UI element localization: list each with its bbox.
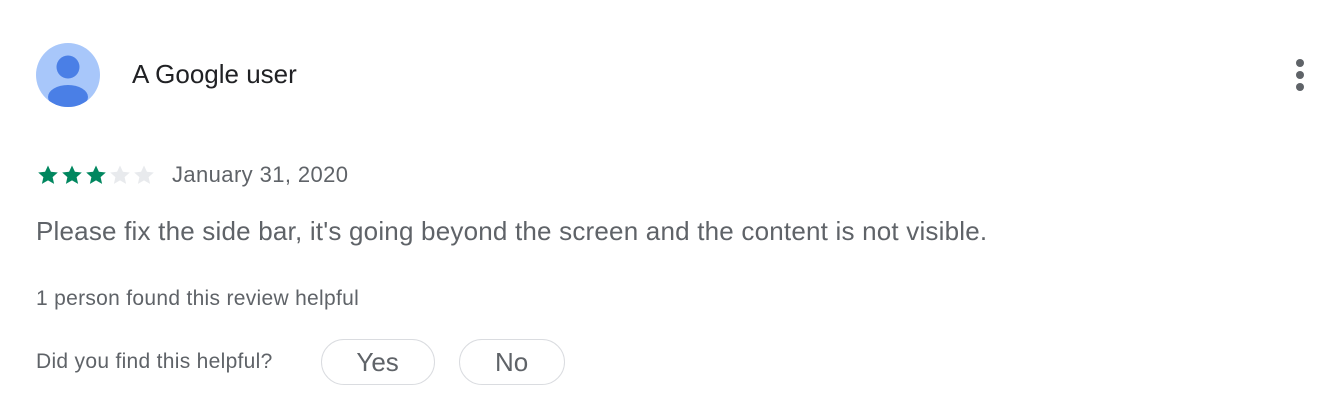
helpful-question: Did you find this helpful? <box>36 350 273 373</box>
star-icon <box>86 165 106 184</box>
avatar <box>36 43 100 107</box>
star-icon <box>38 165 58 184</box>
rating-row: January 31, 2020 <box>36 160 348 190</box>
star-icon <box>110 165 130 184</box>
person-icon <box>48 55 88 107</box>
helpful-no-button[interactable]: No <box>458 339 565 385</box>
review-date: January 31, 2020 <box>172 162 349 187</box>
review-text: Please fix the side bar, it's going beyo… <box>36 216 988 246</box>
star-icon <box>62 165 82 184</box>
helpful-count: 1 person found this review helpful <box>36 287 360 310</box>
helpful-yes-button[interactable]: Yes <box>320 339 435 385</box>
more-vert-icon <box>1296 57 1304 93</box>
star-icon <box>134 165 154 184</box>
helpful-vote-row: Did you find this helpful? Yes No <box>36 338 565 386</box>
star-rating <box>36 163 156 187</box>
review-author: A Google user <box>132 59 297 89</box>
more-options-button[interactable] <box>1284 54 1316 96</box>
review-card: A Google user January 31, 2020 Please fi… <box>0 0 1338 408</box>
